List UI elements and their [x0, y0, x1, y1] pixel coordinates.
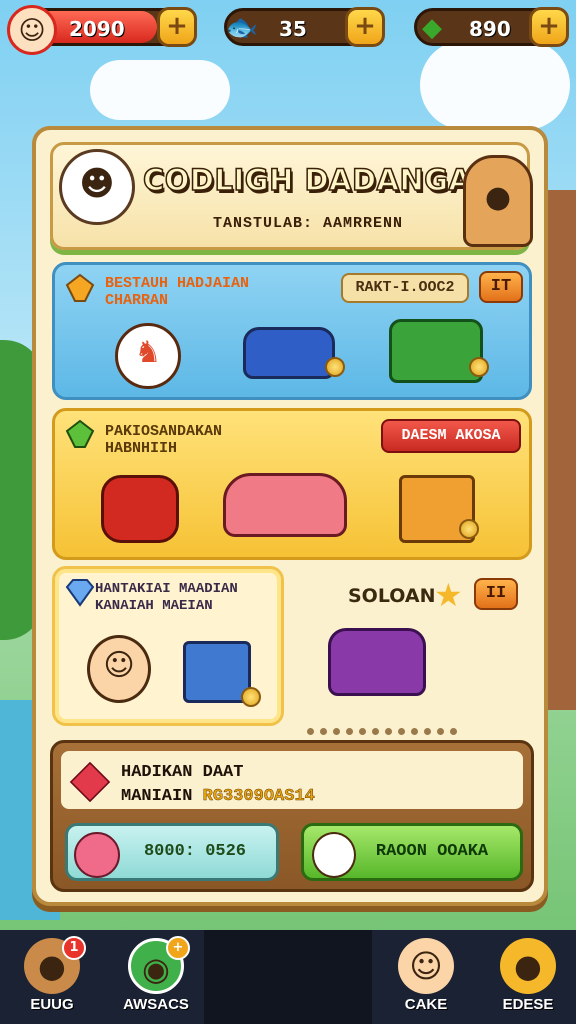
card-label: PAKIOSANDAKAN HABNHIIH [105, 423, 223, 457]
cat-mascot-icon[interactable]: ♞ [115, 323, 181, 389]
currency-hearts: ☺ 2090 + [7, 5, 197, 55]
currency-fish: 🐟 35 + [224, 7, 385, 47]
coin-icon [241, 687, 261, 707]
purple-car-icon[interactable] [328, 628, 426, 696]
orange-gem-icon [65, 273, 95, 302]
green-gem-icon: ◆ [422, 13, 442, 43]
add-currency-button[interactable]: + [345, 7, 385, 47]
pink-creature-icon [74, 832, 120, 878]
nav-item-awsacs[interactable]: ◉ + AWSACS [108, 934, 204, 1022]
claim-green-button[interactable]: RAOON OOAKA [301, 823, 523, 881]
nav-label: EDESE [502, 996, 554, 1013]
cloud [90, 60, 230, 120]
nav-label: EUUG [30, 996, 74, 1013]
bottom-nav: ● 1 EUUG ◉ + AWSACS ☺ CAKE ● EDESE [0, 930, 576, 1024]
reward-card-blue[interactable]: BESTAUH HADJAIAN CHARRAN RAKT-I.OOC2 IT … [52, 262, 532, 400]
card-tag: DAESM AKOSA [381, 419, 521, 453]
reward-card-cream[interactable]: HANTAKIAI MAADIAN KANAIAH MAEIAN ☺ [52, 566, 284, 726]
page-indicator [304, 720, 460, 739]
star-icon: ★ [434, 576, 463, 614]
currency-gems: ◆ 890 + [414, 7, 569, 47]
coin-icon [469, 357, 489, 377]
nav-item-euug[interactable]: ● 1 EUUG [4, 934, 100, 1022]
coin-icon [459, 519, 479, 539]
boy-avatar-icon[interactable]: ☺ [87, 635, 151, 703]
notification-badge: 1 [62, 936, 86, 960]
nav-center-gap [204, 930, 372, 1024]
page-title: CODLIGH DADANGA! [142, 162, 486, 198]
red-barrel-icon[interactable] [101, 475, 179, 543]
green-gem-icon [65, 419, 95, 448]
reward-card-yellow[interactable]: PAKIOSANDAKAN HABNHIIH DAESM AKOSA [52, 408, 532, 560]
currency-value: 2090 [69, 17, 125, 41]
avatar-icon[interactable]: ☺ [7, 5, 57, 55]
reward-panel: ☻ CODLIGH DADANGA! TANSTULAB: AAMRRENN ●… [32, 126, 548, 906]
redeem-info: HADIKAN DAAT MANIAIN RG3309OAS14 [61, 751, 523, 809]
currency-bar: ☺ 2090 + 🐟 35 + ◆ 890 + [0, 0, 576, 58]
pink-car-icon[interactable] [223, 473, 347, 537]
currency-value: 890 [469, 17, 511, 41]
card-tag: RAKT-I.OOC2 [341, 273, 469, 303]
blue-diamond-icon [65, 579, 95, 607]
nav-label: AWSACS [123, 996, 189, 1013]
add-currency-button[interactable]: + [157, 7, 197, 47]
card-label: BESTAUH HADJAIAN CHARRAN [105, 275, 250, 309]
coin-icon [325, 357, 345, 377]
solo-label: SOLOAN [348, 585, 436, 607]
currency-value: 35 [279, 17, 307, 41]
nav-label: CAKE [404, 996, 448, 1013]
redeem-code: RG3309OAS14 [202, 787, 315, 807]
redeem-title: HADIKAN DAAT [121, 763, 244, 782]
page-subtitle: TANSTULAB: AAMRRENN [212, 215, 404, 232]
fish-icon: 🐟 [225, 13, 259, 43]
nav-item-edese[interactable]: ● EDESE [480, 934, 576, 1022]
blue-car-icon[interactable] [243, 327, 335, 379]
redeem-card: HADIKAN DAAT MANIAIN RG3309OAS14 8000: 0… [50, 740, 534, 892]
nav-item-cake[interactable]: ☺ CAKE [378, 934, 474, 1022]
panel-header: ☻ CODLIGH DADANGA! TANSTULAB: AAMRRENN ● [50, 142, 533, 250]
add-currency-button[interactable]: + [529, 7, 569, 47]
card-label: HANTAKIAI MAADIAN KANAIAH MAEIAN [95, 581, 238, 614]
claim-teal-button[interactable]: 8000: 0526 [65, 823, 279, 881]
kangaroo-mascot-icon: ● [463, 155, 533, 247]
red-gem-icon [69, 761, 111, 803]
cat-icon [312, 832, 356, 878]
boy-icon: ☺ [398, 938, 454, 994]
notification-badge: + [166, 936, 190, 960]
green-van-icon[interactable] [389, 319, 483, 383]
duck-icon: ● [500, 938, 556, 994]
solo-count: II [474, 578, 518, 610]
card-count: IT [479, 271, 523, 303]
ghost-mascot-icon: ☻ [59, 149, 135, 225]
redeem-subtitle: MANIAIN RG3309OAS14 [121, 787, 315, 807]
